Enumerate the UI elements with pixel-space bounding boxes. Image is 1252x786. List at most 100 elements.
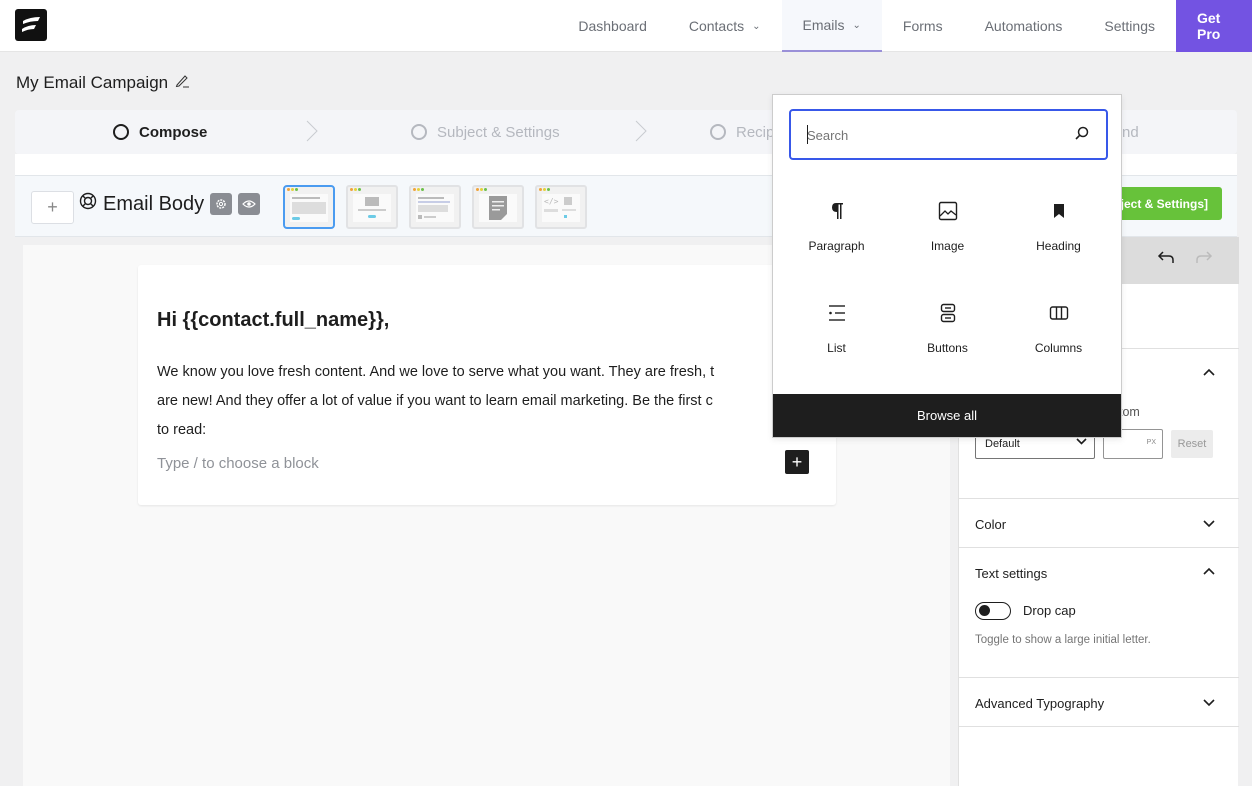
redo-icon[interactable] [1195, 248, 1213, 269]
logo-icon [22, 17, 40, 32]
pencil-icon[interactable] [174, 73, 190, 93]
columns-icon [1049, 299, 1069, 327]
image-icon [938, 197, 958, 225]
unit-label: PX [1146, 439, 1156, 446]
color-section[interactable]: Color [959, 498, 1239, 548]
svg-text:</>: </> [544, 197, 559, 206]
chevron-down-icon [1203, 696, 1215, 710]
block-label: Image [930, 239, 965, 253]
browse-all-button[interactable]: Browse all [773, 394, 1121, 437]
block-label: Columns [1034, 341, 1083, 355]
paragraph-icon [830, 197, 844, 225]
chevron-down-icon: ⌄ [852, 19, 861, 31]
campaign-title: My Email Campaign [16, 73, 190, 93]
nav-label: Forms [902, 18, 943, 34]
nav-label: Contacts [688, 18, 745, 34]
add-block-button[interactable]: + [31, 191, 74, 224]
block-columns[interactable]: Columns [1003, 299, 1114, 371]
template-thumbnail-text-footer[interactable] [409, 185, 461, 229]
search-icon[interactable] [1074, 125, 1090, 146]
step-circle-icon [113, 124, 129, 140]
template-thumbnail-code-html[interactable]: </> [535, 185, 587, 229]
reset-button[interactable]: Reset [1171, 430, 1213, 458]
block-search-input[interactable] [807, 124, 1057, 146]
step-label: Recip [736, 123, 775, 141]
nav-label: Dashboard [578, 18, 647, 34]
main-nav: Dashboard Contacts ⌄ Emails ⌄ Forms Automa… [557, 0, 1252, 52]
block-inserter-popover: Paragraph Image Heading List Buttons [772, 94, 1122, 438]
step-label: Compose [139, 123, 208, 141]
email-greeting-heading[interactable]: Hi {{contact.full_name}}, [157, 309, 389, 332]
drop-cap-help: Toggle to show a large initial letter. [975, 634, 1151, 646]
section-title[interactable]: Text settings [975, 566, 1047, 581]
lifebuoy-icon [79, 192, 97, 216]
buttons-icon [940, 299, 956, 327]
chevron-right-icon [306, 120, 318, 142]
section-title: Advanced Typography [975, 696, 1105, 711]
block-image[interactable]: Image [892, 197, 1003, 269]
drop-cap-label: Drop cap [1023, 603, 1076, 618]
email-body-title: Email Body [103, 192, 205, 215]
nav-contacts[interactable]: Contacts ⌄ [668, 0, 782, 52]
chevron-up-icon[interactable] [1203, 365, 1215, 379]
list-icon [828, 299, 846, 327]
step-recipients[interactable]: Recip [710, 110, 774, 154]
nav-dashboard[interactable]: Dashboard [557, 0, 668, 52]
email-body-heading: Email Body [79, 192, 261, 216]
advanced-typography-section[interactable]: Advanced Typography [959, 677, 1239, 727]
template-thumbnail-image-banner[interactable] [346, 185, 398, 229]
nav-emails[interactable]: Emails ⌄ [781, 0, 882, 52]
step-send[interactable]: nd [1122, 110, 1139, 154]
step-compose[interactable]: Compose [113, 110, 207, 154]
block-paragraph[interactable]: Paragraph [781, 197, 892, 269]
custom-size-label: tom [1119, 405, 1140, 419]
block-label: Heading [1036, 239, 1081, 253]
get-pro-button[interactable]: Get Pro [1176, 0, 1252, 52]
block-label: List [827, 341, 846, 355]
text-caret [807, 125, 808, 144]
step-label: nd [1122, 123, 1139, 141]
block-buttons[interactable]: Buttons [892, 299, 1003, 371]
block-list[interactable]: List [781, 299, 892, 371]
block-placeholder[interactable]: Type / to choose a block [157, 455, 319, 472]
step-circle-icon [710, 124, 726, 140]
nav-automations[interactable]: Automations [964, 0, 1084, 52]
template-thumbnail-document[interactable] [472, 185, 524, 229]
select-value: Default [985, 438, 1020, 450]
top-navigation-bar: Dashboard Contacts ⌄ Emails ⌄ Forms Automa… [0, 0, 1252, 52]
block-search-box [789, 109, 1108, 160]
gear-icon[interactable] [210, 193, 233, 215]
block-heading[interactable]: Heading [1003, 197, 1114, 269]
campaign-title-text: My Email Campaign [16, 73, 169, 92]
chevron-down-icon [1203, 517, 1215, 531]
chevron-down-icon: ⌄ [752, 20, 761, 32]
paragraph-line: We know you love fresh content. And we l… [157, 364, 715, 380]
block-grid: Paragraph Image Heading List Buttons Col… [781, 197, 1114, 371]
step-subject-settings[interactable]: Subject & Settings [411, 110, 560, 154]
template-thumbnail-plain-text[interactable] [283, 185, 335, 229]
nav-forms[interactable]: Forms [882, 0, 964, 52]
chevron-down-icon [1076, 437, 1087, 448]
undo-icon[interactable] [1157, 248, 1175, 269]
section-title: Color [975, 517, 1007, 532]
app-logo[interactable] [15, 9, 47, 41]
email-paragraph[interactable]: We know you love fresh content. And we l… [157, 358, 797, 445]
step-label: Subject & Settings [437, 123, 560, 141]
email-content-card: Hi {{contact.full_name}}, We know you lo… [138, 265, 836, 505]
heading-bookmark-icon [1052, 197, 1066, 225]
eye-icon[interactable] [238, 193, 261, 215]
inline-add-block-button[interactable]: + [785, 450, 809, 474]
nav-settings[interactable]: Settings [1083, 0, 1176, 52]
chevron-right-icon [635, 120, 647, 142]
paragraph-line: to read: [157, 422, 207, 438]
paragraph-line: are new! And they offer a lot of value i… [157, 393, 713, 409]
block-label: Paragraph [808, 239, 865, 253]
nav-label: Automations [984, 18, 1063, 34]
step-circle-icon [411, 124, 427, 140]
drop-cap-toggle[interactable] [975, 602, 1011, 620]
template-picker: </> [283, 185, 587, 229]
chevron-up-icon[interactable] [1203, 564, 1215, 578]
block-label: Buttons [927, 341, 968, 355]
nav-label: Settings [1104, 18, 1155, 34]
nav-label: Emails [802, 17, 845, 33]
